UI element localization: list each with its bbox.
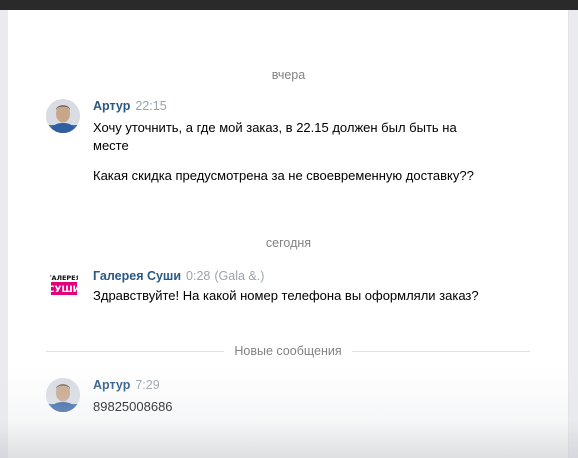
message-sender-note: (Gala &.) [214, 269, 265, 283]
left-frame [0, 10, 8, 458]
svg-text:ГАЛЕРЕЯ: ГАЛЕРЕЯ [50, 274, 78, 282]
window-top-bar [0, 0, 578, 10]
message-time[interactable]: 0:28 [186, 269, 210, 283]
separator-line-right [352, 351, 530, 352]
message-text: Какая скидка предусмотрена за не своевре… [93, 168, 474, 183]
svg-text:СУШИ: СУШИ [50, 285, 78, 295]
right-frame [569, 10, 578, 458]
message-text: 89825008686 [93, 399, 173, 414]
message-item: Артур 22:15 Хочу уточнить, а где мой зака… [46, 99, 516, 199]
galereya-sushi-logo-icon[interactable]: ГАЛЕРЕЯ СУШИ [50, 270, 78, 298]
date-divider-yesterday: вчера [271, 68, 306, 82]
message-header: Артур 7:29 [93, 378, 160, 392]
author-name[interactable]: Артур [93, 378, 130, 392]
date-divider-today: сегодня [265, 236, 312, 250]
message-text: Здравствуйте! На какой номер телефона вы… [93, 288, 479, 303]
message-item: ГАЛЕРЕЯ СУШИ Галерея Суши 0:28 (Gala &.) З… [46, 269, 516, 329]
message-text: Хочу уточнить, а где мой заказ, в 22.15 … [93, 120, 457, 153]
author-name[interactable]: Артур [93, 99, 130, 113]
message-time[interactable]: 22:15 [135, 99, 166, 113]
user-photo-icon[interactable] [46, 99, 80, 133]
message-header: Артур 22:15 [93, 99, 167, 113]
message-item: Артур 7:29 89825008686 [46, 378, 516, 418]
message-time[interactable]: 7:29 [135, 378, 159, 392]
author-name[interactable]: Галерея Суши [93, 269, 181, 283]
message-header: Галерея Суши 0:28 (Gala &.) [93, 269, 264, 283]
user-photo-icon[interactable] [46, 378, 80, 412]
new-messages-separator: Новые сообщения [46, 344, 530, 358]
